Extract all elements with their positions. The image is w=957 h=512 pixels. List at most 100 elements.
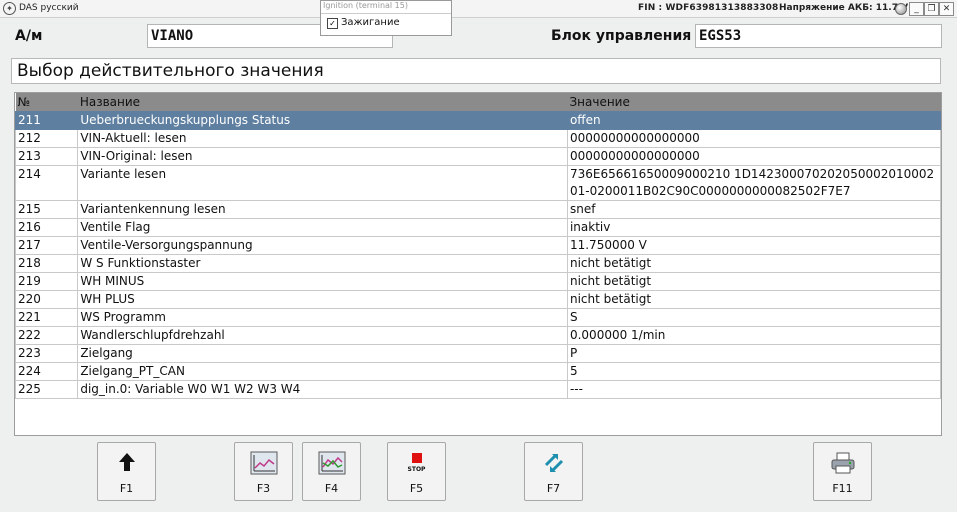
- row-name: Variante lesen: [77, 165, 568, 201]
- mercedes-star-icon: ✦: [3, 2, 16, 15]
- row-value: S: [566, 308, 941, 327]
- arrow-up-icon: [98, 451, 155, 477]
- table-row[interactable]: 223 Zielgang P: [15, 344, 941, 363]
- row-number: 213: [15, 147, 79, 166]
- table-row[interactable]: 220 WH PLUS nicht betätigt: [15, 290, 941, 309]
- close-button[interactable]: ✕: [939, 2, 954, 16]
- row-name: Zielgang_PT_CAN: [77, 362, 568, 381]
- f1-button[interactable]: F1: [97, 442, 156, 501]
- row-number: 218: [15, 254, 79, 273]
- page-title: Выбор действительного значения: [11, 58, 941, 84]
- row-number: 211: [15, 111, 79, 130]
- table-row[interactable]: 221 WS Programm S: [15, 308, 941, 327]
- table-row[interactable]: 218 W S Funktionstaster nicht betätigt: [15, 254, 941, 273]
- table-header-row: № Название Значение: [15, 93, 941, 112]
- f7-label: F7: [546, 482, 561, 495]
- voltage-indicator-icon: [895, 3, 907, 15]
- row-value: inaktiv: [566, 218, 941, 237]
- row-value: nicht betätigt: [566, 254, 941, 273]
- row-number: 221: [15, 308, 79, 327]
- control-unit-label: Блок управления: [551, 28, 692, 44]
- table-row[interactable]: 222 Wandlerschlupfdrehzahl 0.000000 1/min: [15, 326, 941, 345]
- row-number: 223: [15, 344, 79, 363]
- row-value: ---: [566, 380, 941, 399]
- battery-voltage: Напряжение АКБ: 11.7 V: [779, 3, 909, 13]
- model-label: А/м: [15, 28, 43, 44]
- f4-button[interactable]: F4: [302, 442, 361, 501]
- row-name: WH PLUS: [77, 290, 568, 309]
- row-value: 736E65661650009000210 1D1423000702020500…: [566, 165, 941, 201]
- row-name: VIN-Aktuell: lesen: [77, 129, 568, 148]
- row-number: 220: [15, 290, 79, 309]
- row-name: Zielgang: [77, 344, 568, 363]
- printer-icon: [814, 451, 871, 477]
- table-row[interactable]: 211 Ueberbrueckungskupplungs Status offen: [15, 111, 941, 130]
- row-number: 222: [15, 326, 79, 345]
- minimize-button[interactable]: _: [909, 2, 924, 16]
- f3-label: F3: [256, 482, 271, 495]
- row-name: Ueberbrueckungskupplungs Status: [77, 111, 568, 130]
- f11-button[interactable]: F11: [813, 442, 872, 501]
- table-row[interactable]: 219 WH MINUS nicht betätigt: [15, 272, 941, 291]
- row-value: 11.750000 V: [566, 236, 941, 255]
- table-row[interactable]: 214 Variante lesen 736E65661650009000210 1…: [15, 165, 941, 201]
- row-value: nicht betätigt: [566, 290, 941, 309]
- row-name: W S Funktionstaster: [77, 254, 568, 273]
- row-number: 219: [15, 272, 79, 291]
- row-value: 00000000000000000: [566, 129, 941, 148]
- dropdown-divider: [321, 13, 451, 14]
- f7-button[interactable]: F7: [524, 442, 583, 501]
- row-name: VIN-Original: lesen: [77, 147, 568, 166]
- f5-label: F5: [409, 482, 424, 495]
- row-value: 5: [566, 362, 941, 381]
- table-row[interactable]: 216 Ventile Flag inaktiv: [15, 218, 941, 237]
- row-number: 217: [15, 236, 79, 255]
- row-name: Wandlerschlupfdrehzahl: [77, 326, 568, 345]
- table-row[interactable]: 215 Variantenkennung lesen snef: [15, 200, 941, 219]
- row-number: 225: [15, 380, 79, 399]
- f1-label: F1: [119, 482, 134, 495]
- column-header-value[interactable]: Значение: [567, 93, 941, 112]
- graph-icon: [235, 451, 292, 477]
- table-row[interactable]: 225 dig_in.0: Variable W0 W1 W2 W3 W4 ---: [15, 380, 941, 399]
- stop-icon: STOP: [388, 451, 445, 477]
- ignition-terminal-label: Ignition (terminal 15): [323, 1, 408, 10]
- title-bar: ✦ DAS русский FIN : WDF63981313883308 На…: [0, 0, 957, 18]
- ignition-checkbox-label: Зажигание: [341, 17, 400, 28]
- row-name: WH MINUS: [77, 272, 568, 291]
- row-name: dig_in.0: Variable W0 W1 W2 W3 W4: [77, 380, 568, 399]
- table-row[interactable]: 213 VIN-Original: lesen 00000000000000000: [15, 147, 941, 166]
- row-value: 00000000000000000: [566, 147, 941, 166]
- row-number: 212: [15, 129, 79, 148]
- row-value: offen: [566, 111, 941, 130]
- row-number: 216: [15, 218, 79, 237]
- fin-number: FIN : WDF63981313883308: [638, 3, 779, 13]
- f3-button[interactable]: F3: [234, 442, 293, 501]
- restore-button[interactable]: ❐: [924, 2, 939, 16]
- actual-values-table[interactable]: № Название Значение 211 Ueberbrueckungsku…: [14, 92, 942, 436]
- swap-arrows-icon: [525, 451, 582, 477]
- ignition-checkbox[interactable]: ✓: [327, 18, 338, 29]
- table-row[interactable]: 217 Ventile-Versorgungspannung 11.750000 V: [15, 236, 941, 255]
- app-title: DAS русский: [19, 3, 79, 13]
- ignition-dropdown[interactable]: Ignition (terminal 15) ✓ Зажигание: [320, 0, 452, 36]
- column-header-number[interactable]: №: [15, 93, 78, 112]
- f5-button[interactable]: STOP F5: [387, 442, 446, 501]
- row-name: Ventile Flag: [77, 218, 568, 237]
- row-name: Variantenkennung lesen: [77, 200, 568, 219]
- row-name: Ventile-Versorgungspannung: [77, 236, 568, 255]
- multi-graph-icon: [303, 451, 360, 477]
- row-value: nicht betätigt: [566, 272, 941, 291]
- row-number: 224: [15, 362, 79, 381]
- stop-icon-text: STOP: [407, 466, 426, 473]
- row-value: 0.000000 1/min: [566, 326, 941, 345]
- control-unit-field: EGS53: [695, 24, 942, 48]
- table-row[interactable]: 224 Zielgang_PT_CAN 5: [15, 362, 941, 381]
- row-value: snef: [566, 200, 941, 219]
- table-row[interactable]: 212 VIN-Aktuell: lesen 00000000000000000: [15, 129, 941, 148]
- f11-label: F11: [832, 482, 853, 495]
- column-header-name[interactable]: Название: [77, 93, 568, 112]
- f4-label: F4: [324, 482, 339, 495]
- row-number: 214: [15, 165, 79, 201]
- row-value: P: [566, 344, 941, 363]
